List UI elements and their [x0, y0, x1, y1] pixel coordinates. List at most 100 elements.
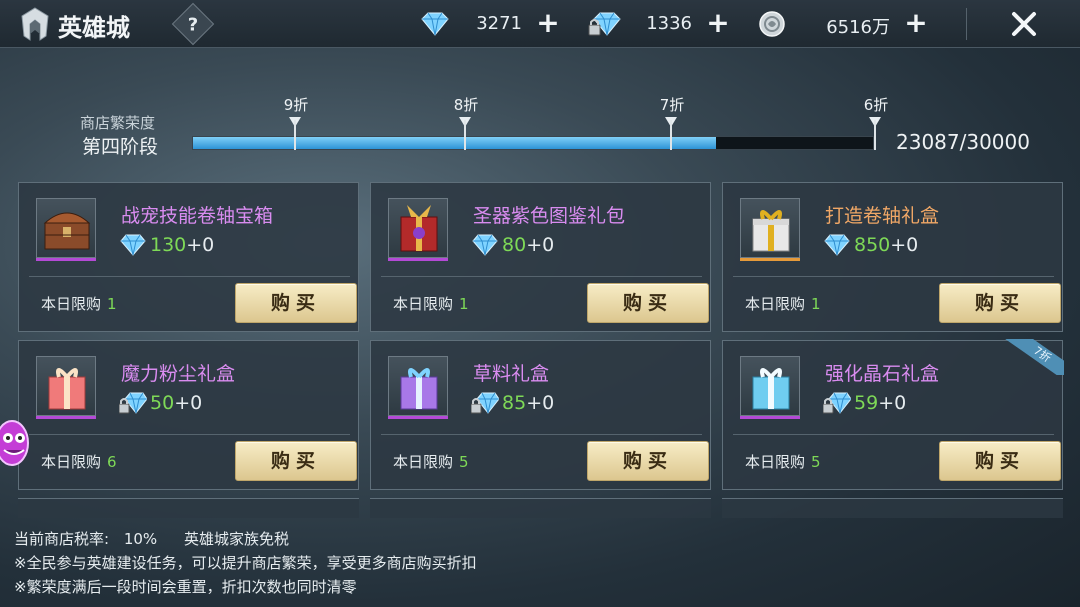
diamond-icon — [119, 233, 147, 257]
bound-diamond-icon — [118, 391, 148, 415]
diamond-icon — [823, 233, 851, 257]
item-name: 强化晶石礼盒 — [825, 363, 940, 385]
buy-button[interactable]: 购买 — [235, 441, 357, 481]
buy-button[interactable]: 购买 — [939, 441, 1061, 481]
item-name: 战宠技能卷轴宝箱 — [121, 205, 274, 227]
item-price: 85+0 — [502, 392, 554, 414]
close-icon[interactable] — [1006, 6, 1042, 42]
prosperity-label: 商店繁荣度 — [80, 114, 156, 132]
tip-2: ※繁荣度满后一段时间会重置，折扣次数也同时清零 — [14, 578, 357, 596]
limit-count: 1 — [107, 295, 117, 313]
bound-diamond-currency: 1336 + — [588, 9, 732, 38]
purchase-limit: 本日限购 6 — [41, 451, 117, 472]
add-diamond-button[interactable]: + — [534, 9, 562, 38]
diamond-icon — [421, 12, 449, 36]
marker-tick — [464, 120, 466, 150]
silver-coin-currency: 6516万 + — [758, 9, 930, 38]
divider — [966, 8, 967, 40]
diamond-currency: 3271 + — [418, 9, 562, 38]
limit-count: 6 — [107, 453, 117, 471]
purchase-limit: 本日限购 5 — [393, 451, 469, 472]
rarity-bar — [36, 416, 96, 419]
diamond-icon — [471, 233, 499, 257]
item-price: 850+0 — [854, 234, 918, 256]
shop-item-card: 魔力粉尘礼盒 50+0 本日限购 6 购买 — [18, 340, 359, 490]
divider — [733, 276, 1054, 277]
price-value: 80 — [502, 234, 527, 256]
item-name: 魔力粉尘礼盒 — [121, 363, 236, 385]
price-bonus: +0 — [878, 392, 907, 414]
limit-count: 1 — [459, 295, 469, 313]
bound-diamond-icon — [822, 391, 852, 415]
discount-badge: 7折 — [1004, 339, 1064, 375]
buy-button[interactable]: 购买 — [939, 283, 1061, 323]
top-bar: 英雄城 ? 3271 + 1336 + 6516万 + — [0, 0, 1080, 48]
rarity-bar — [740, 258, 800, 261]
limit-label: 本日限购 — [393, 295, 454, 313]
tax-info: 当前商店税率: 10% 英雄城家族免税 — [14, 528, 289, 549]
shop-item-card: 强化晶石礼盒 59+0 本日限购 5 购买 7折 — [722, 339, 1064, 490]
marker-tick — [294, 120, 296, 150]
price-bonus: +0 — [186, 234, 215, 256]
divider — [29, 434, 350, 435]
price-value: 130 — [150, 234, 187, 256]
discount-marker-6: 6折 — [863, 96, 889, 114]
marker-tick — [670, 120, 672, 150]
page-title: 英雄城 — [58, 14, 130, 42]
add-bound-diamond-button[interactable]: + — [704, 9, 732, 38]
rarity-bar — [388, 416, 448, 419]
add-silver-coin-button[interactable]: + — [902, 9, 930, 38]
shop-item-card: 草料礼盒 85+0 本日限购 5 购买 — [370, 340, 711, 490]
item-price: 130+0 — [150, 234, 214, 256]
discount-marker-9: 9折 — [283, 96, 309, 114]
divider — [381, 434, 702, 435]
price-value: 850 — [854, 234, 891, 256]
limit-count: 1 — [811, 295, 821, 313]
item-card-partial — [722, 498, 1063, 518]
purchase-limit: 本日限购 1 — [393, 293, 469, 314]
prosperity-value: 23087/30000 — [896, 130, 1030, 154]
item-icon[interactable] — [36, 356, 96, 416]
tax-label: 当前商店税率: — [14, 530, 110, 548]
item-name: 打造卷轴礼盒 — [825, 205, 940, 227]
shop-item-card: 打造卷轴礼盒 850+0 本日限购 1 购买 — [722, 182, 1063, 332]
limit-count: 5 — [811, 453, 821, 471]
item-icon[interactable] — [740, 356, 800, 416]
help-button[interactable]: ? — [171, 2, 215, 46]
price-value: 85 — [502, 392, 527, 414]
limit-label: 本日限购 — [41, 453, 102, 471]
purchase-limit: 本日限购 1 — [745, 293, 821, 314]
price-bonus: +0 — [526, 234, 555, 256]
discount-marker-7: 7折 — [659, 96, 685, 114]
tax-note: 英雄城家族免税 — [183, 530, 289, 548]
helmet-logo-icon — [21, 7, 49, 41]
item-icon[interactable] — [36, 198, 96, 258]
shop-item-card: 战宠技能卷轴宝箱 130+0 本日限购 1 购买 — [18, 182, 359, 332]
item-icon[interactable] — [740, 198, 800, 258]
limit-label: 本日限购 — [745, 453, 806, 471]
help-label: ? — [187, 14, 199, 36]
limit-label: 本日限购 — [393, 453, 454, 471]
tax-value: 10% — [123, 530, 158, 548]
divider — [733, 434, 1054, 435]
buy-button[interactable]: 购买 — [587, 441, 709, 481]
marker-tick — [874, 120, 876, 150]
item-name: 草料礼盒 — [473, 363, 550, 385]
purchase-limit: 本日限购 5 — [745, 451, 821, 472]
prosperity-progress-fill — [193, 137, 716, 149]
buy-button[interactable]: 购买 — [235, 283, 357, 323]
discount-marker-8: 8折 — [453, 96, 479, 114]
mascot-icon[interactable] — [0, 412, 34, 474]
item-icon[interactable] — [388, 356, 448, 416]
shop-item-card: 圣器紫色图鉴礼包 80+0 本日限购 1 购买 — [370, 182, 711, 332]
item-price: 59+0 — [854, 392, 906, 414]
item-name: 圣器紫色图鉴礼包 — [473, 205, 626, 227]
item-card-partial — [370, 498, 711, 518]
buy-button[interactable]: 购买 — [587, 283, 709, 323]
price-value: 59 — [854, 392, 879, 414]
bound-diamond-icon — [588, 12, 621, 36]
limit-label: 本日限购 — [745, 295, 806, 313]
rarity-bar — [388, 258, 448, 261]
limit-count: 5 — [459, 453, 469, 471]
item-icon[interactable] — [388, 198, 448, 258]
